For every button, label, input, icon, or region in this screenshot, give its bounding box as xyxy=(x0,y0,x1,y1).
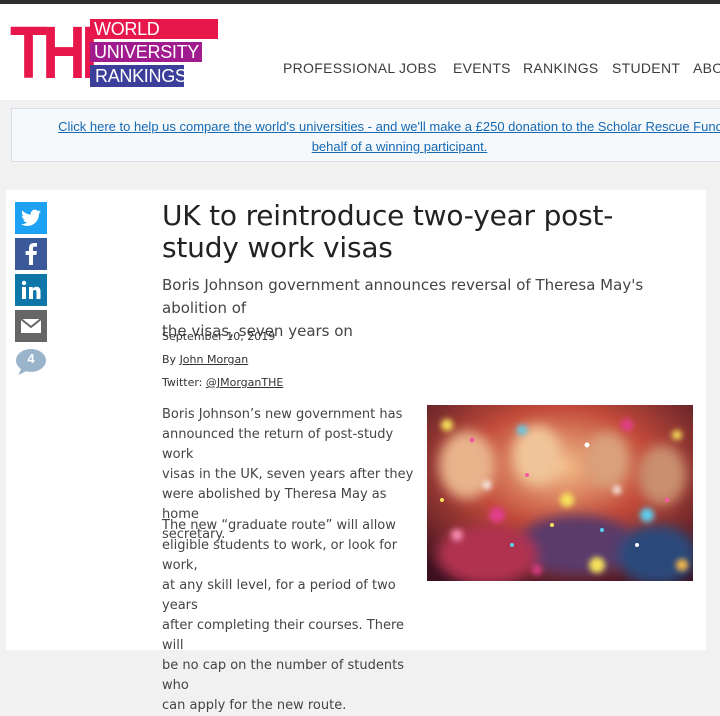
article-twitter: Twitter: @JMorganTHE xyxy=(162,376,283,389)
para2-line: after completing their courses. There wi… xyxy=(162,618,404,653)
promo-line-2: behalf of a winning participant. xyxy=(311,139,488,154)
promo-banner: Click here to help us compare the world'… xyxy=(11,108,720,162)
twitter-handle-link[interactable]: @JMorganTHE xyxy=(206,376,283,389)
article-title: UK to reintroduce two-year post- study w… xyxy=(162,200,682,264)
twitter-label: Twitter: xyxy=(162,376,203,389)
article-byline: By John Morgan xyxy=(162,353,248,366)
site-header: THE WORLD UNIVERSITY RANKINGS PROFESSION… xyxy=(0,4,720,100)
twitter-icon xyxy=(21,209,41,226)
para2-line: at any skill level, for a period of two … xyxy=(162,578,396,613)
by-label: By xyxy=(162,353,177,366)
nav-professional[interactable]: PROFESSIONAL xyxy=(283,60,396,76)
promo-line-1: Click here to help us compare the world'… xyxy=(58,119,720,134)
para1-line: Boris Johnson’s new government has xyxy=(162,407,403,422)
the-logo[interactable]: THE WORLD UNIVERSITY RANKINGS xyxy=(10,16,220,92)
linkedin-share-button[interactable] xyxy=(15,274,47,306)
para1-line: visas in the UK, seven years after they xyxy=(162,467,414,482)
facebook-share-button[interactable] xyxy=(15,238,47,270)
nav-rankings[interactable]: RANKINGS xyxy=(523,60,599,76)
article-paragraph-2: The new “graduate route” will allow elig… xyxy=(162,516,418,716)
logo-line-university: UNIVERSITY xyxy=(90,42,202,62)
article-title-line-1: UK to reintroduce two-year post- xyxy=(162,199,614,232)
comments-button[interactable]: 4 xyxy=(15,348,47,376)
nav-about[interactable]: ABO xyxy=(693,60,720,76)
para2-line: can apply for the new route. xyxy=(162,698,347,713)
linkedin-icon xyxy=(21,280,41,299)
twitter-share-button[interactable] xyxy=(15,202,47,234)
celebration-confetti-image xyxy=(427,405,693,581)
author-link[interactable]: John Morgan xyxy=(180,353,249,366)
email-share-button[interactable] xyxy=(15,310,47,342)
facebook-icon xyxy=(25,243,37,265)
para2-line: The new “graduate route” will allow xyxy=(162,518,396,533)
promo-link[interactable]: Click here to help us compare the world'… xyxy=(12,117,720,157)
para1-line: announced the return of post-study work xyxy=(162,427,394,462)
article-photo xyxy=(427,405,693,581)
para2-line: eligible students to work, or look for w… xyxy=(162,538,398,573)
article-date: September 10, 2019 xyxy=(162,330,276,343)
email-icon xyxy=(20,318,42,333)
nav-student[interactable]: STUDENT xyxy=(612,60,680,76)
logo-line-world: WORLD xyxy=(90,19,218,39)
article-title-line-2: study work visas xyxy=(162,231,393,264)
comment-count: 4 xyxy=(27,351,35,366)
nav-events[interactable]: EVENTS xyxy=(453,60,511,76)
logo-line-rankings: RANKINGS xyxy=(90,65,187,87)
nav-jobs[interactable]: JOBS xyxy=(399,60,437,76)
para2-line: be no cap on the number of students who xyxy=(162,658,404,693)
article-subtitle-line-1: Boris Johnson government announces rever… xyxy=(162,276,644,317)
